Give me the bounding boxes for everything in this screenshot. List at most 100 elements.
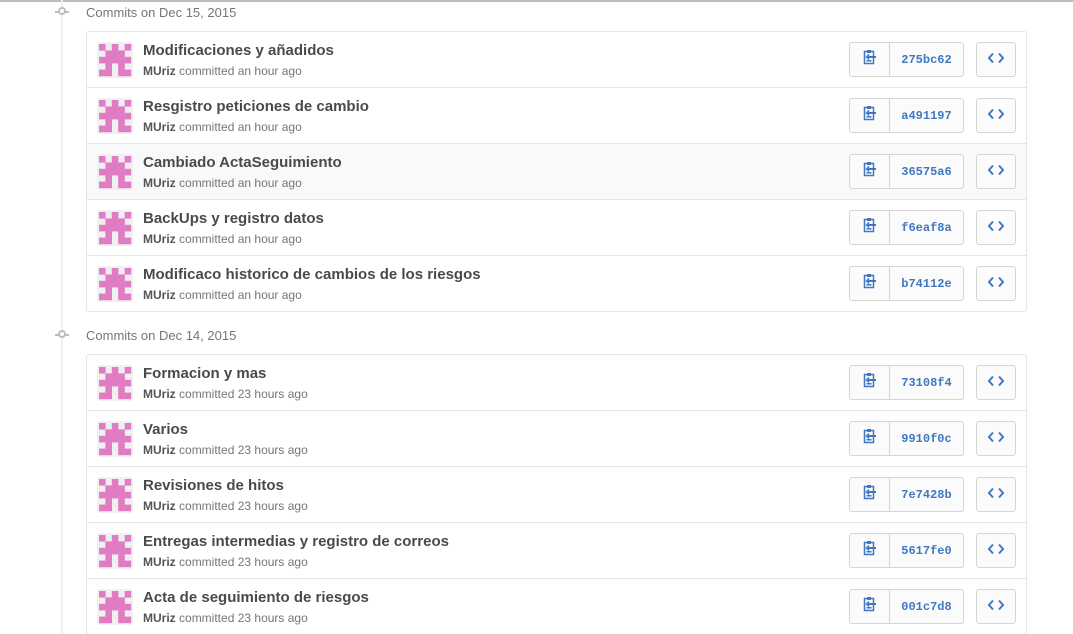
commit-time: an hour ago <box>237 120 302 134</box>
copy-sha-button[interactable] <box>849 42 890 77</box>
copy-sha-button[interactable] <box>849 421 890 456</box>
author-avatar[interactable] <box>97 266 133 302</box>
copy-sha-button[interactable] <box>849 210 890 245</box>
browse-repo-button[interactable] <box>976 589 1016 624</box>
copy-sha-button[interactable] <box>849 98 890 133</box>
commit-message-link[interactable]: Cambiado ActaSeguimiento <box>143 154 342 171</box>
commit-action: committed <box>179 611 235 625</box>
commit-author-link[interactable]: MUriz <box>143 443 176 457</box>
commit-message-link[interactable]: Revisiones de hitos <box>143 477 284 494</box>
commit-time: 23 hours ago <box>237 499 308 513</box>
commit-meta: MUriz committed an hour ago <box>143 232 302 246</box>
commit-meta: MUriz committed an hour ago <box>143 288 302 302</box>
browse-repo-button[interactable] <box>976 365 1016 400</box>
code-icon <box>987 598 1005 616</box>
commit-author-link[interactable]: MUriz <box>143 232 176 246</box>
commit-sha-link[interactable]: 7e7428b <box>890 477 964 512</box>
copy-sha-button[interactable] <box>849 533 890 568</box>
clipboard-icon <box>863 105 877 126</box>
commit-sha-link[interactable]: a491197 <box>890 98 964 133</box>
commit-author-link[interactable]: MUriz <box>143 120 176 134</box>
code-icon <box>987 542 1005 560</box>
commit-time: 23 hours ago <box>237 555 308 569</box>
commit-row: Formacion y mas MUriz committed 23 hours … <box>87 355 1026 410</box>
code-icon <box>987 430 1005 448</box>
commit-author-link[interactable]: MUriz <box>143 555 176 569</box>
sha-button-group: a491197 <box>849 98 964 133</box>
author-avatar[interactable] <box>97 421 133 457</box>
sha-button-group: 9910f0c <box>849 421 964 456</box>
author-avatar[interactable] <box>97 98 133 134</box>
browse-repo-button[interactable] <box>976 98 1016 133</box>
browse-repo-button[interactable] <box>976 421 1016 456</box>
clipboard-icon <box>863 372 877 393</box>
commit-meta: MUriz committed 23 hours ago <box>143 499 308 513</box>
author-avatar[interactable] <box>97 533 133 569</box>
sha-button-group: 001c7d8 <box>849 589 964 624</box>
commit-sha-link[interactable]: f6eaf8a <box>890 210 964 245</box>
author-avatar[interactable] <box>97 210 133 246</box>
commit-author-link[interactable]: MUriz <box>143 288 176 302</box>
commit-row: Resgistro peticiones de cambio MUriz comm… <box>87 87 1026 143</box>
clipboard-icon <box>863 161 877 182</box>
commit-sha-link[interactable]: 001c7d8 <box>890 589 964 624</box>
commit-message-link[interactable]: Modificaciones y añadidos <box>143 42 334 59</box>
commit-meta: MUriz committed 23 hours ago <box>143 443 308 457</box>
commit-sha-link[interactable]: 9910f0c <box>890 421 964 456</box>
commit-sha-link[interactable]: b74112e <box>890 266 964 301</box>
sha-button-group: 275bc62 <box>849 42 964 77</box>
commit-author-link[interactable]: MUriz <box>143 64 176 78</box>
author-avatar[interactable] <box>97 154 133 190</box>
copy-sha-button[interactable] <box>849 589 890 624</box>
commit-message-link[interactable]: Modificaco historico de cambios de los r… <box>143 266 481 283</box>
author-avatar[interactable] <box>97 365 133 401</box>
author-avatar[interactable] <box>97 42 133 78</box>
commit-author-link[interactable]: MUriz <box>143 499 176 513</box>
commit-message-link[interactable]: Entregas intermedias y registro de corre… <box>143 533 449 550</box>
commit-group: Commits on Dec 15, 2015 Modificaciones y… <box>0 0 1073 312</box>
timeline-line <box>61 0 63 634</box>
commit-message-link[interactable]: Formacion y mas <box>143 365 266 382</box>
commit-sha-link[interactable]: 36575a6 <box>890 154 964 189</box>
copy-sha-button[interactable] <box>849 365 890 400</box>
copy-sha-button[interactable] <box>849 154 890 189</box>
commit-action: committed <box>179 120 235 134</box>
commit-sha-link[interactable]: 73108f4 <box>890 365 964 400</box>
commit-sha-link[interactable]: 5617fe0 <box>890 533 964 568</box>
clipboard-icon <box>863 484 877 505</box>
commit-sha-link[interactable]: 275bc62 <box>890 42 964 77</box>
code-icon <box>987 219 1005 237</box>
author-avatar[interactable] <box>97 477 133 513</box>
commit-node-icon <box>55 7 69 17</box>
browse-repo-button[interactable] <box>976 154 1016 189</box>
commit-time: 23 hours ago <box>237 387 308 401</box>
commit-group-header: Commits on Dec 14, 2015 <box>0 323 1073 353</box>
browse-repo-button[interactable] <box>976 42 1016 77</box>
commit-row: Varios MUriz committed 23 hours ago 9910f0… <box>87 410 1026 466</box>
commit-action: committed <box>179 288 235 302</box>
commit-message-link[interactable]: Varios <box>143 421 188 438</box>
commit-group-title: Commits on Dec 15, 2015 <box>86 5 237 20</box>
code-icon <box>987 486 1005 504</box>
commit-message-link[interactable]: Acta de seguimiento de riesgos <box>143 589 369 606</box>
commit-author-link[interactable]: MUriz <box>143 387 176 401</box>
commit-author-link[interactable]: MUriz <box>143 176 176 190</box>
sha-button-group: f6eaf8a <box>849 210 964 245</box>
copy-sha-button[interactable] <box>849 266 890 301</box>
commit-group: Commits on Dec 14, 2015 Formacion y mas M… <box>0 323 1073 634</box>
browse-repo-button[interactable] <box>976 477 1016 512</box>
commit-row: Revisiones de hitos MUriz committed 23 ho… <box>87 466 1026 522</box>
copy-sha-button[interactable] <box>849 477 890 512</box>
sha-button-group: 5617fe0 <box>849 533 964 568</box>
clipboard-icon <box>863 540 877 561</box>
commit-message-link[interactable]: Resgistro peticiones de cambio <box>143 98 369 115</box>
author-avatar[interactable] <box>97 589 133 625</box>
browse-repo-button[interactable] <box>976 210 1016 245</box>
browse-repo-button[interactable] <box>976 533 1016 568</box>
commit-action: committed <box>179 555 235 569</box>
commit-meta: MUriz committed 23 hours ago <box>143 555 308 569</box>
commit-author-link[interactable]: MUriz <box>143 611 176 625</box>
commit-group-title: Commits on Dec 14, 2015 <box>86 328 237 343</box>
commit-message-link[interactable]: BackUps y registro datos <box>143 210 324 227</box>
browse-repo-button[interactable] <box>976 266 1016 301</box>
